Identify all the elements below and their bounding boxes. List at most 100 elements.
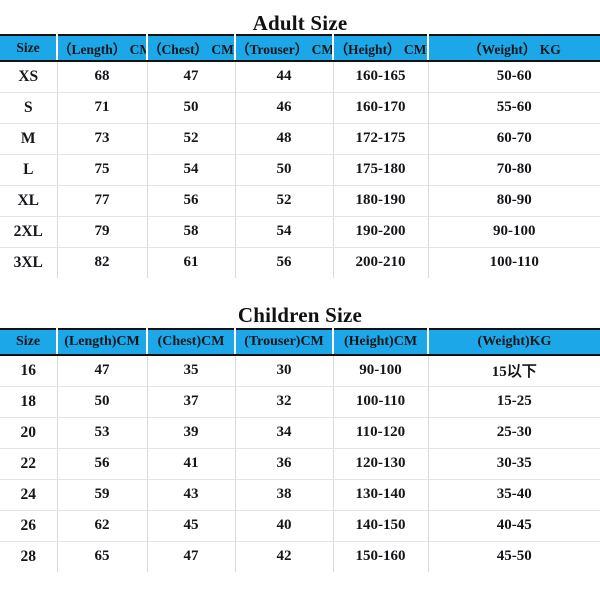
table-row: 20 53 39 34 110-120 25-30 (0, 417, 600, 449)
table-row: XL 77 56 52 180-190 80-90 (0, 185, 600, 217)
children-cell-height: 110-120 (332, 417, 429, 449)
children-col-chest: (Chest)CM (146, 328, 236, 356)
children-cell-length: 50 (56, 386, 148, 418)
children-cell-size: 28 (0, 541, 58, 572)
children-cell-height: 120-130 (332, 448, 429, 480)
table-row: 2XL 79 58 54 190-200 90-100 (0, 216, 600, 248)
children-cell-trouser: 30 (234, 355, 334, 387)
adult-col-chest: （Chest） CM (146, 34, 236, 62)
adult-cell-chest: 58 (146, 216, 236, 248)
adult-cell-length: 75 (56, 154, 148, 186)
children-cell-size: 16 (0, 355, 58, 387)
adult-cell-chest: 54 (146, 154, 236, 186)
adult-col-height: （Height） CM (332, 34, 429, 62)
adult-cell-height: 180-190 (332, 185, 429, 217)
adult-cell-length: 82 (56, 247, 148, 278)
table-row: 3XL 82 61 56 200-210 100-110 (0, 247, 600, 278)
adult-cell-chest: 56 (146, 185, 236, 217)
adult-cell-height: 160-165 (332, 61, 429, 93)
adult-cell-chest: 47 (146, 61, 236, 93)
children-cell-height: 140-150 (332, 510, 429, 542)
table-row: S 71 50 46 160-170 55-60 (0, 92, 600, 124)
adult-cell-trouser: 48 (234, 123, 334, 155)
adult-cell-size: XS (0, 61, 58, 93)
children-cell-weight: 45-50 (427, 541, 600, 572)
children-cell-chest: 35 (146, 355, 236, 387)
adult-cell-height: 160-170 (332, 92, 429, 124)
adult-cell-length: 73 (56, 123, 148, 155)
children-cell-weight: 40-45 (427, 510, 600, 542)
table-row: 28 65 47 42 150-160 45-50 (0, 541, 600, 572)
adult-cell-trouser: 46 (234, 92, 334, 124)
adult-size-title: Adult Size (252, 11, 348, 35)
adult-cell-size: 2XL (0, 216, 58, 248)
children-cell-height: 90-100 (332, 355, 429, 387)
children-cell-size: 24 (0, 479, 58, 511)
children-cell-weight: 15以下 (427, 355, 600, 387)
children-cell-size: 18 (0, 386, 58, 418)
children-col-height: (Height)CM (332, 328, 429, 356)
adult-cell-size: S (0, 92, 58, 124)
adult-cell-chest: 61 (146, 247, 236, 278)
children-col-length: (Length)CM (56, 328, 148, 356)
children-size-table: Size (Length)CM (Chest)CM (Trouser)CM (H… (0, 328, 600, 572)
children-col-trouser: (Trouser)CM (234, 328, 334, 356)
adult-cell-chest: 50 (146, 92, 236, 124)
children-cell-height: 150-160 (332, 541, 429, 572)
children-cell-trouser: 32 (234, 386, 334, 418)
adult-cell-weight: 55-60 (427, 92, 600, 124)
children-col-weight: (Weight)KG (427, 328, 600, 356)
adult-cell-weight: 70-80 (427, 154, 600, 186)
children-cell-height: 100-110 (332, 386, 429, 418)
adult-size-table: Size （Length） CM （Chest） CM （Trouser） CM… (0, 34, 600, 278)
children-cell-length: 59 (56, 479, 148, 511)
children-cell-trouser: 40 (234, 510, 334, 542)
children-cell-height: 130-140 (332, 479, 429, 511)
children-cell-size: 20 (0, 417, 58, 449)
adult-cell-size: 3XL (0, 247, 58, 278)
children-cell-chest: 45 (146, 510, 236, 542)
children-table-wrap: Size (Length)CM (Chest)CM (Trouser)CM (H… (0, 328, 600, 572)
adult-cell-height: 175-180 (332, 154, 429, 186)
children-cell-trouser: 34 (234, 417, 334, 449)
children-cell-chest: 47 (146, 541, 236, 572)
adult-cell-length: 79 (56, 216, 148, 248)
adult-cell-size: L (0, 154, 58, 186)
table-row: 24 59 43 38 130-140 35-40 (0, 479, 600, 511)
adult-cell-weight: 90-100 (427, 216, 600, 248)
children-cell-length: 65 (56, 541, 148, 572)
adult-cell-weight: 100-110 (427, 247, 600, 278)
children-cell-size: 22 (0, 448, 58, 480)
adult-cell-height: 190-200 (332, 216, 429, 248)
adult-cell-height: 172-175 (332, 123, 429, 155)
adult-cell-chest: 52 (146, 123, 236, 155)
adult-col-trouser: （Trouser） CM (234, 34, 334, 62)
children-cell-weight: 15-25 (427, 386, 600, 418)
children-cell-size: 26 (0, 510, 58, 542)
adult-col-weight: （Weight） KG (427, 34, 600, 62)
children-cell-chest: 41 (146, 448, 236, 480)
adult-cell-trouser: 52 (234, 185, 334, 217)
adult-cell-weight: 50-60 (427, 61, 600, 93)
children-cell-length: 53 (56, 417, 148, 449)
table-row: XS 68 47 44 160-165 50-60 (0, 61, 600, 93)
adult-cell-trouser: 44 (234, 61, 334, 93)
children-cell-chest: 37 (146, 386, 236, 418)
table-row: 22 56 41 36 120-130 30-35 (0, 448, 600, 480)
children-cell-trouser: 38 (234, 479, 334, 511)
children-cell-weight: 35-40 (427, 479, 600, 511)
adult-cell-height: 200-210 (332, 247, 429, 278)
table-row: 16 47 35 30 90-100 15以下 (0, 355, 600, 387)
children-cell-length: 47 (56, 355, 148, 387)
children-cell-weight: 30-35 (427, 448, 600, 480)
table-gap (0, 278, 600, 294)
size-chart-page: Adult Size Size （Length） CM （Chest） CM （… (0, 0, 600, 600)
children-cell-length: 56 (56, 448, 148, 480)
adult-cell-trouser: 56 (234, 247, 334, 278)
adult-cell-trouser: 50 (234, 154, 334, 186)
children-size-title: Children Size (237, 303, 363, 327)
adult-col-size: Size (0, 34, 58, 62)
adult-cell-weight: 60-70 (427, 123, 600, 155)
children-cell-length: 62 (56, 510, 148, 542)
adult-cell-length: 77 (56, 185, 148, 217)
